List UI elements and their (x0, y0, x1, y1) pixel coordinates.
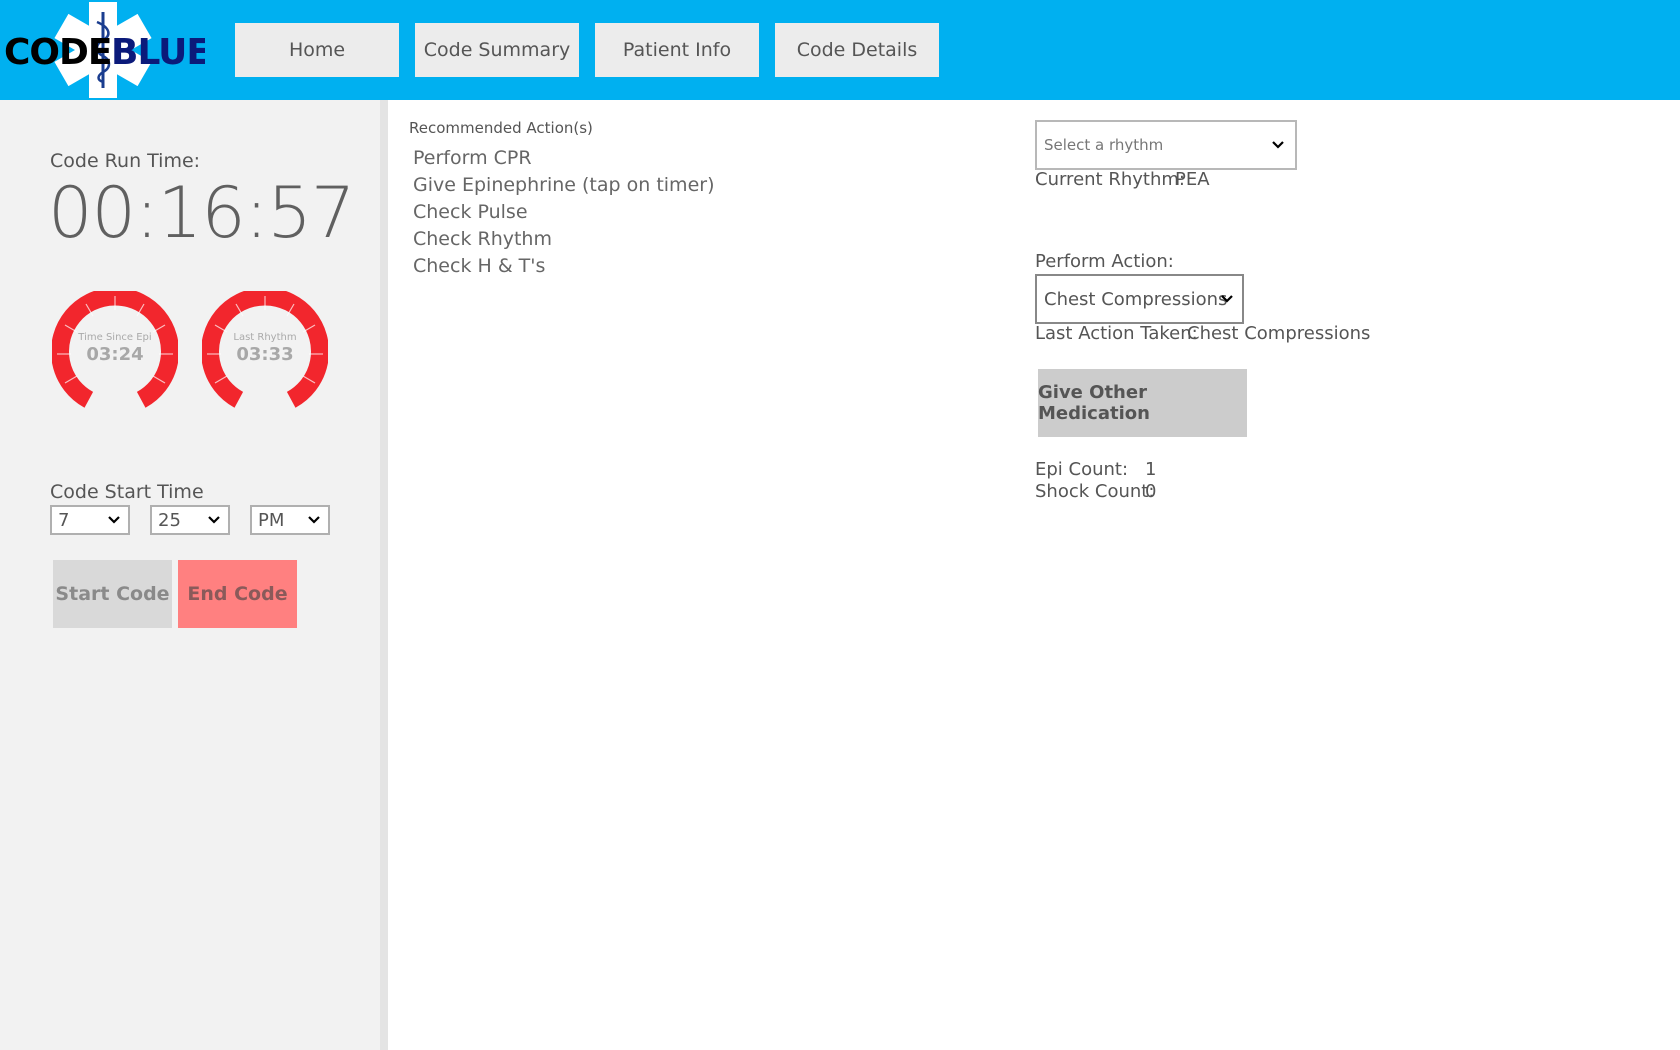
code-run-time-value: 00:16:57 (48, 172, 355, 254)
code-run-time-label: Code Run Time: (50, 150, 201, 172)
current-rhythm-label: Current Rhythm: (1035, 169, 1185, 190)
recommended-action-item: Check H & T's (413, 255, 546, 277)
last-action-value: Chest Compressions (1187, 323, 1371, 344)
chevron-down-icon (1221, 295, 1233, 303)
recommended-action-item: Perform CPR (413, 147, 532, 169)
app-header: CODE BLUE Home Code Summary Patient Info… (0, 0, 1680, 100)
perform-action-value: Chest Compressions (1044, 288, 1228, 310)
code-blue-logo: CODE BLUE (0, 0, 211, 100)
rhythm-select-placeholder: Select a rhythm (1044, 136, 1164, 154)
chevron-down-icon (208, 516, 220, 524)
code-start-time-label: Code Start Time (50, 481, 204, 503)
current-rhythm-value: PEA (1175, 169, 1210, 190)
time-since-epi-timer[interactable]: Time Since Epi 03:24 (51, 287, 179, 417)
chevron-down-icon (1272, 141, 1284, 149)
last-rhythm-timer[interactable]: Last Rhythm 03:33 (201, 287, 329, 417)
start-code-button[interactable]: Start Code (53, 560, 172, 628)
nav-patient-info-label: Patient Info (622, 39, 732, 61)
start-hour-select[interactable]: 7 (50, 505, 130, 535)
start-ampm-value: PM (258, 509, 285, 531)
recommended-action-item: Check Pulse (413, 201, 528, 223)
nav-home-button[interactable]: Home (235, 23, 399, 77)
start-ampm-select[interactable]: PM (250, 505, 330, 535)
shock-count-label: Shock Count: (1035, 481, 1155, 502)
nav-patient-info-button[interactable]: Patient Info (595, 23, 759, 77)
perform-action-label: Perform Action: (1035, 251, 1174, 272)
sidebar-scrollbar[interactable] (380, 100, 388, 1050)
nav-code-details-label: Code Details (796, 39, 918, 61)
give-other-medication-button[interactable]: Give Other Medication (1038, 369, 1247, 437)
last-action-label: Last Action Taken: (1035, 323, 1198, 344)
end-code-button[interactable]: End Code (178, 560, 297, 628)
start-minute-value: 25 (158, 509, 181, 531)
nav-home-label: Home (288, 39, 346, 61)
svg-text:BLUE: BLUE (111, 32, 205, 73)
shock-count-value: 0 (1145, 481, 1157, 502)
nav-code-summary-button[interactable]: Code Summary (415, 23, 579, 77)
gauge-label: Last Rhythm (233, 332, 297, 343)
gauge-value: 03:24 (86, 344, 144, 365)
start-minute-select[interactable]: 25 (150, 505, 230, 535)
gauge-label: Time Since Epi (78, 332, 152, 343)
gauge-value: 03:33 (236, 344, 294, 365)
recommended-action-item[interactable]: Give Epinephrine (tap on timer) (413, 174, 714, 196)
rhythm-select[interactable]: Select a rhythm (1035, 120, 1297, 170)
epi-count-value: 1 (1145, 459, 1157, 480)
perform-action-select[interactable]: Chest Compressions (1035, 274, 1244, 324)
nav-code-summary-label: Code Summary (423, 39, 571, 61)
chevron-down-icon (308, 516, 320, 524)
start-hour-value: 7 (58, 509, 70, 531)
chevron-down-icon (108, 516, 120, 524)
svg-text:CODE: CODE (4, 32, 112, 73)
nav-code-details-button[interactable]: Code Details (775, 23, 939, 77)
recommended-actions-title: Recommended Action(s) (409, 119, 593, 137)
epi-count-label: Epi Count: (1035, 459, 1129, 480)
recommended-action-item: Check Rhythm (413, 228, 552, 250)
